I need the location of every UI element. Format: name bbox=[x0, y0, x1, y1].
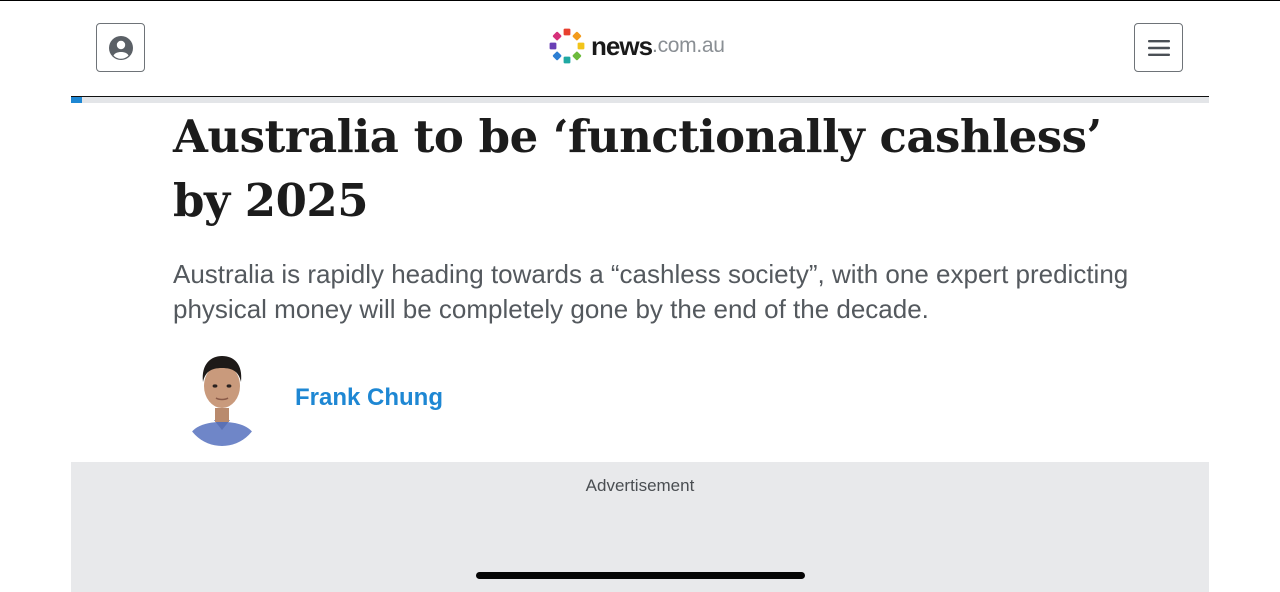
logo-dot bbox=[572, 31, 582, 41]
account-button[interactable] bbox=[96, 23, 145, 72]
logo-dot bbox=[563, 56, 571, 64]
logo-dot bbox=[552, 51, 562, 61]
hamburger-menu-icon bbox=[1147, 39, 1170, 56]
site-logo[interactable]: news .com.au bbox=[548, 26, 725, 66]
logo-dot bbox=[577, 42, 585, 50]
logo-domain-text: .com.au bbox=[652, 34, 725, 57]
reading-progress-fill bbox=[71, 97, 83, 103]
page: news .com.au Australia to be ‘functional… bbox=[0, 0, 1280, 592]
account-circle-icon bbox=[108, 35, 133, 60]
author-byline: Frank Chung bbox=[184, 350, 443, 446]
home-indicator[interactable] bbox=[476, 572, 805, 579]
logo-dot bbox=[552, 31, 562, 41]
logo-dot bbox=[549, 42, 557, 50]
author-avatar[interactable] bbox=[184, 350, 260, 446]
top-edge-line bbox=[0, 0, 1280, 1]
author-name-link[interactable]: Frank Chung bbox=[295, 384, 443, 412]
menu-button[interactable] bbox=[1134, 23, 1183, 72]
progress-top-line bbox=[71, 96, 1209, 97]
logo-brand-text: news bbox=[591, 30, 653, 61]
logo-dot bbox=[572, 51, 582, 61]
advertisement-label: Advertisement bbox=[585, 476, 695, 495]
logo-dots-icon bbox=[549, 28, 585, 64]
reading-progress-bar bbox=[71, 96, 1209, 103]
article-standfirst: Australia is rapidly heading towards a “… bbox=[173, 259, 1129, 324]
logo-dot bbox=[563, 28, 571, 36]
article-headline: Australia to be ‘functionally cashless’ … bbox=[173, 110, 1102, 227]
